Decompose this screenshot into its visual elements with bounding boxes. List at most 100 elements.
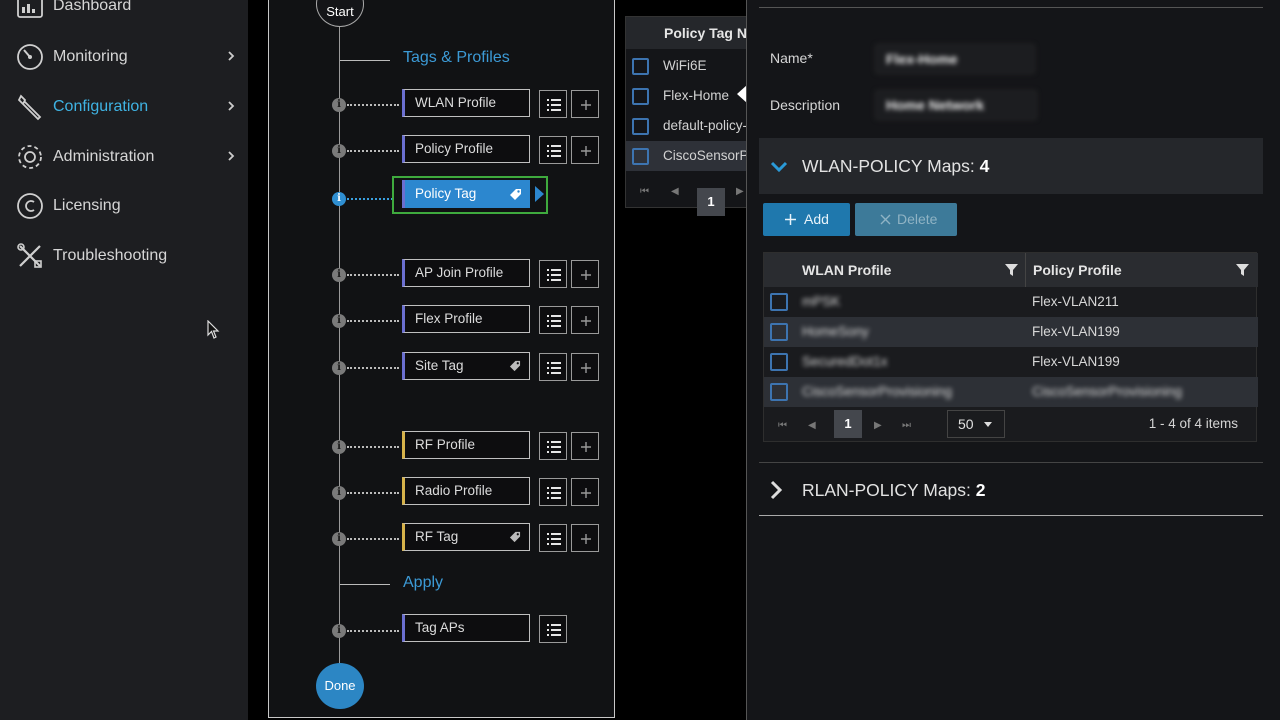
- items-count: 1 - 4 of 4 items: [1148, 416, 1238, 431]
- next-page-icon[interactable]: ▶: [874, 420, 882, 431]
- last-page-icon[interactable]: ⏭: [902, 420, 911, 431]
- list-button[interactable]: [539, 353, 567, 381]
- column-header-wlan-profile[interactable]: WLAN Profile: [802, 253, 1022, 287]
- prev-page-icon[interactable]: ◀: [671, 186, 679, 197]
- add-button[interactable]: Add: [763, 203, 850, 236]
- sidebar-item-administration[interactable]: Administration: [0, 137, 248, 177]
- current-page[interactable]: 1: [697, 188, 725, 216]
- table-row[interactable]: default-policy-tag: [626, 111, 751, 141]
- step-rf-tag[interactable]: RF Tag: [402, 523, 530, 551]
- step-wlan-profile[interactable]: WLAN Profile: [402, 89, 530, 117]
- rlan-policy-maps-accordion[interactable]: RLAN-POLICY Maps: 2: [759, 462, 1263, 516]
- info-icon[interactable]: i: [332, 486, 346, 500]
- name-field[interactable]: Flex-Home: [875, 44, 1035, 74]
- info-icon[interactable]: i: [332, 192, 346, 206]
- dashboard-icon: [17, 0, 43, 18]
- info-icon[interactable]: i: [332, 268, 346, 282]
- accordion-count: 4: [979, 156, 990, 176]
- add-button[interactable]: [571, 478, 599, 506]
- table-row[interactable]: CiscoSensorProvisioning CiscoSensorProvis…: [764, 377, 1258, 407]
- connector: [347, 150, 399, 152]
- step-label: Policy Tag: [415, 186, 477, 201]
- section-divider: [340, 584, 390, 585]
- first-page-icon[interactable]: ⏮: [778, 420, 787, 431]
- step-rf-profile[interactable]: RF Profile: [402, 431, 530, 459]
- info-icon[interactable]: i: [332, 361, 346, 375]
- table-row[interactable]: mPSK Flex-VLAN211: [764, 287, 1258, 317]
- list-button[interactable]: [539, 136, 567, 164]
- row-checkbox[interactable]: [632, 148, 649, 165]
- sidebar-item-label: Licensing: [53, 197, 121, 214]
- step-site-tag[interactable]: Site Tag: [402, 352, 530, 380]
- filter-icon[interactable]: [1236, 263, 1249, 276]
- step-tag-aps[interactable]: Tag APs: [402, 614, 530, 642]
- column-header-policy-profile[interactable]: Policy Profile: [1033, 253, 1253, 287]
- table-row[interactable]: Flex-Home: [626, 81, 751, 111]
- sidebar-item-monitoring[interactable]: Monitoring: [0, 37, 248, 77]
- table-row[interactable]: SecuredDot1x Flex-VLAN199: [764, 347, 1258, 377]
- row-checkbox[interactable]: [770, 293, 788, 311]
- add-button[interactable]: [571, 524, 599, 552]
- connector: [347, 198, 393, 200]
- add-button[interactable]: [571, 353, 599, 381]
- list-button[interactable]: [539, 90, 567, 118]
- step-ap-join-profile[interactable]: AP Join Profile: [402, 259, 530, 287]
- first-page-icon[interactable]: ⏮: [640, 186, 649, 197]
- list-button[interactable]: [539, 432, 567, 460]
- step-radio-profile[interactable]: Radio Profile: [402, 477, 530, 505]
- step-policy-tag[interactable]: Policy Tag: [402, 180, 530, 208]
- info-icon[interactable]: i: [332, 532, 346, 546]
- step-flex-profile[interactable]: Flex Profile: [402, 305, 530, 333]
- delete-button: Delete: [855, 203, 957, 236]
- list-button[interactable]: [539, 306, 567, 334]
- list-button[interactable]: [539, 615, 567, 643]
- list-icon: [547, 624, 561, 636]
- wlan-policy-maps-accordion[interactable]: WLAN-POLICY Maps: 4: [759, 138, 1263, 194]
- cell-policy-profile: Flex-VLAN199: [1032, 354, 1120, 369]
- wlan-policy-grid: WLAN Profile Policy Profile mPSK Flex-VLA…: [763, 252, 1258, 442]
- wlan-policy-maps-title: WLAN-POLICY Maps: 4: [802, 156, 989, 177]
- add-button[interactable]: [571, 90, 599, 118]
- row-checkbox[interactable]: [770, 383, 788, 401]
- sidebar-item-troubleshooting[interactable]: Troubleshooting: [0, 236, 248, 276]
- column-header-policy-tag-name[interactable]: Policy Tag Name: [626, 17, 751, 49]
- workflow-panel: Start Tags & Profiles i WLAN Profile i P…: [268, 0, 615, 718]
- info-icon[interactable]: i: [332, 440, 346, 454]
- sidebar-item-label: Troubleshooting: [53, 247, 168, 264]
- current-page[interactable]: 1: [834, 410, 862, 438]
- row-checkbox[interactable]: [632, 88, 649, 105]
- table-row[interactable]: HomeSony Flex-VLAN199: [764, 317, 1258, 347]
- next-page-icon[interactable]: ▶: [736, 186, 744, 197]
- section-title-tags-profiles: Tags & Profiles: [403, 49, 510, 66]
- sidebar-item-configuration[interactable]: Configuration: [0, 87, 248, 127]
- filter-icon[interactable]: [1005, 263, 1018, 276]
- row-checkbox[interactable]: [632, 58, 649, 75]
- sidebar-item-licensing[interactable]: Licensing: [0, 186, 248, 226]
- list-button[interactable]: [539, 524, 567, 552]
- row-checkbox[interactable]: [770, 353, 788, 371]
- grid-header: WLAN Profile Policy Profile: [764, 253, 1258, 287]
- table-row[interactable]: CiscoSensorProvisioning: [626, 141, 751, 171]
- description-label: Description: [770, 97, 841, 113]
- list-button[interactable]: [539, 260, 567, 288]
- add-button[interactable]: [571, 260, 599, 288]
- list-icon: [547, 441, 561, 453]
- info-icon[interactable]: i: [332, 314, 346, 328]
- add-button[interactable]: [571, 432, 599, 460]
- list-button[interactable]: [539, 478, 567, 506]
- row-checkbox[interactable]: [632, 118, 649, 135]
- info-icon[interactable]: i: [332, 98, 346, 112]
- sidebar-item-dashboard[interactable]: Dashboard: [0, 0, 248, 26]
- info-icon[interactable]: i: [332, 144, 346, 158]
- page-size-select[interactable]: 50: [947, 410, 1005, 438]
- row-checkbox[interactable]: [770, 323, 788, 341]
- sidebar-item-label: Configuration: [53, 98, 149, 115]
- description-field[interactable]: Home Network: [875, 90, 1037, 120]
- prev-page-icon[interactable]: ◀: [808, 420, 816, 431]
- tag-icon: [509, 360, 521, 372]
- add-button[interactable]: [571, 306, 599, 334]
- info-icon[interactable]: i: [332, 624, 346, 638]
- table-row[interactable]: WiFi6E: [626, 51, 751, 81]
- step-policy-profile[interactable]: Policy Profile: [402, 135, 530, 163]
- add-button[interactable]: [571, 136, 599, 164]
